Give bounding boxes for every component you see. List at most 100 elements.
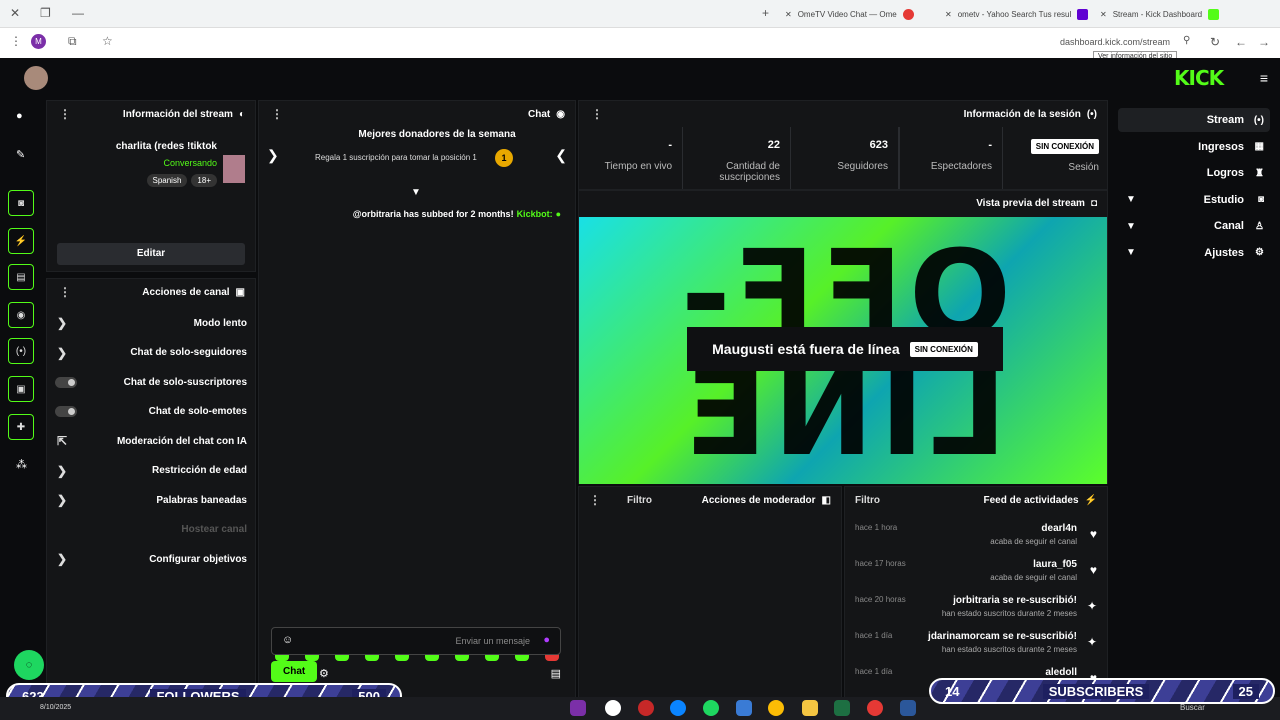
stream-details: charlita (redes !tiktok Conversando Span… bbox=[116, 141, 217, 187]
action-row[interactable]: ❯ Configurar objetivos bbox=[47, 545, 255, 573]
store-icon[interactable]: ▤ bbox=[551, 667, 561, 680]
menu-dots-icon[interactable]: ⋮ bbox=[10, 34, 22, 48]
activity-name[interactable]: jorbitraria se re-suscribió! bbox=[953, 595, 1077, 606]
reload-icon[interactable]: ↻ bbox=[1210, 35, 1220, 49]
chevron-right-icon: ❯ bbox=[57, 463, 68, 478]
user-avatar[interactable] bbox=[24, 66, 48, 90]
restore-window-icon[interactable]: ❐ bbox=[40, 6, 51, 20]
subscribers-label: SUBSCRIBERS bbox=[1042, 683, 1150, 699]
lightning-tool-icon[interactable]: ⚡ bbox=[8, 228, 34, 254]
profile-avatar[interactable]: M bbox=[31, 34, 46, 49]
activity-name[interactable]: jdarinamorcam se re-suscribió! bbox=[928, 631, 1077, 642]
url-field[interactable]: dashboard.kick.com/stream bbox=[1060, 37, 1170, 47]
activity-icon: ⚡ bbox=[1084, 494, 1097, 506]
yahoo-favicon-icon bbox=[1077, 8, 1089, 20]
session-menu-icon[interactable]: ⋮ bbox=[591, 107, 603, 121]
chat-menu-icon[interactable]: ⋮ bbox=[271, 107, 283, 121]
offline-preview-image: OFF-LINE Maugusti está fuera de línea SI… bbox=[579, 217, 1107, 484]
taskbar-search-icon[interactable] bbox=[605, 700, 621, 716]
taskbar-clock[interactable]: 8/10/2025 bbox=[40, 704, 71, 711]
activity-filter[interactable]: Filtro bbox=[855, 495, 880, 506]
external-link-icon: ⇱ bbox=[57, 434, 68, 448]
action-row[interactable]: ❯ Modo lento bbox=[47, 309, 255, 337]
mod-filter[interactable]: Filtro bbox=[627, 495, 652, 506]
action-row[interactable]: ❯ Restricción de edad bbox=[47, 457, 255, 485]
edit-button[interactable]: Editar bbox=[57, 243, 245, 265]
actions-menu-icon[interactable]: ⋮ bbox=[59, 285, 71, 299]
taskbar-spotify-icon[interactable] bbox=[703, 700, 719, 716]
kick-logo[interactable]: KICK bbox=[1174, 66, 1224, 90]
document-tool-icon[interactable]: ▤ bbox=[8, 264, 34, 290]
donors-title: Mejores donadores de la semana bbox=[358, 129, 516, 140]
emoji-icon[interactable]: ☺ bbox=[282, 634, 293, 646]
minimize-window-icon[interactable]: — bbox=[72, 6, 84, 20]
taskbar-opera-icon[interactable] bbox=[867, 700, 883, 716]
new-tab-icon[interactable]: + bbox=[762, 6, 769, 20]
action-row[interactable]: Chat de solo-emotes bbox=[47, 398, 255, 426]
extensions-icon[interactable]: ⧉ bbox=[68, 34, 77, 49]
action-row[interactable]: Chat de solo-suscriptores bbox=[47, 368, 255, 396]
chat-input[interactable]: Enviar un mensaje ● ☺ bbox=[271, 627, 561, 655]
hamburger-menu-icon[interactable]: ≡ bbox=[1260, 70, 1268, 86]
action-row[interactable]: ⇱ Moderación del chat con IA bbox=[47, 427, 255, 455]
help-chat-icon[interactable]: ◌ bbox=[14, 650, 44, 680]
message-user[interactable]: Kickbot: bbox=[517, 209, 553, 219]
toggle-switch[interactable] bbox=[55, 376, 77, 388]
taskbar-folder-icon[interactable] bbox=[802, 700, 818, 716]
chat-tool-icon[interactable]: ◉ bbox=[8, 302, 34, 328]
action-row[interactable]: ❯ Palabras baneadas bbox=[47, 486, 255, 514]
camera-tool-icon[interactable]: ◙ bbox=[8, 190, 34, 216]
back-icon[interactable]: → bbox=[1258, 35, 1270, 49]
activity-type-icon: ♥ bbox=[1089, 527, 1097, 541]
info-menu-icon[interactable]: ⋮ bbox=[59, 107, 71, 121]
nav-item-canal[interactable]: Canal ♙ ▼ bbox=[1118, 214, 1270, 238]
taskbar-excel-icon[interactable] bbox=[834, 700, 850, 716]
broadcast-tool-icon[interactable]: (•) bbox=[8, 338, 34, 364]
activity-name[interactable]: laura_f05 bbox=[1033, 559, 1077, 570]
taskbar-edge-icon[interactable] bbox=[670, 700, 686, 716]
close-tab-icon[interactable]: ✕ bbox=[785, 10, 792, 19]
taskbar-search-field[interactable]: Buscar bbox=[1180, 703, 1205, 712]
tab-ometv[interactable]: ✕ OmeTV Video Chat — Ome bbox=[785, 4, 935, 24]
send-chat-button[interactable]: Chat bbox=[271, 661, 318, 682]
activity-name[interactable]: dearl4n bbox=[1041, 523, 1077, 534]
activity-name[interactable]: aledoll bbox=[1045, 667, 1077, 678]
tab-kick-dashboard[interactable]: ✕ Stream - Kick Dashboard bbox=[1100, 4, 1250, 24]
bookmark-star-icon[interactable]: ☆ bbox=[102, 34, 113, 48]
layout-tool-icon[interactable]: ▣ bbox=[8, 376, 34, 402]
tab-yahoo[interactable]: ✕ ometv - Yahoo Search Tus resul bbox=[945, 4, 1095, 24]
mod-menu-icon[interactable]: ⋮ bbox=[589, 493, 601, 507]
pencil-icon[interactable]: ✎ bbox=[16, 148, 25, 161]
close-window-icon[interactable]: ✕ bbox=[10, 6, 20, 20]
taskbar-word-icon[interactable] bbox=[900, 700, 916, 716]
toggle-switch[interactable] bbox=[55, 406, 77, 417]
site-info-icon[interactable]: ⚲ bbox=[1183, 35, 1190, 46]
taskbar-chrome-icon[interactable] bbox=[768, 700, 784, 716]
activity-type-icon: ♥ bbox=[1089, 563, 1097, 577]
nav-item-ingresos[interactable]: Ingresos ▦ bbox=[1118, 135, 1270, 159]
activity-feed-panel: Filtro Feed de actividades ⚡ dearl4n acab… bbox=[844, 486, 1108, 698]
nav-label: Estudio bbox=[1203, 193, 1244, 206]
mic-icon[interactable]: ● bbox=[543, 634, 550, 646]
wrench-tool-icon[interactable]: ✚ bbox=[8, 414, 34, 440]
nav-item-estudio[interactable]: Estudio ◙ ▼ bbox=[1118, 188, 1270, 212]
donors-prev-icon[interactable]: ❯ bbox=[267, 147, 279, 164]
taskbar-app-icon[interactable] bbox=[570, 700, 586, 716]
info-circle-icon[interactable]: ● bbox=[16, 110, 23, 122]
donors-next-icon[interactable]: ❮ bbox=[555, 147, 567, 164]
taskbar-app-icon[interactable] bbox=[638, 700, 654, 716]
forward-icon[interactable]: ← bbox=[1235, 35, 1247, 49]
activity-type-icon: ✦ bbox=[1086, 635, 1097, 649]
close-tab-icon[interactable]: ✕ bbox=[945, 10, 952, 19]
action-row[interactable]: ❯ Chat de solo-seguidores bbox=[47, 339, 255, 367]
stat-live-time: - Tiempo en vivo bbox=[579, 127, 683, 189]
nav-item-ajustes[interactable]: Ajustes ⚙ ▼ bbox=[1118, 241, 1270, 265]
nav-item-stream[interactable]: Stream (•) bbox=[1118, 108, 1270, 132]
nav-item-logros[interactable]: Logros ♜ bbox=[1118, 161, 1270, 185]
taskbar-app-icon[interactable] bbox=[736, 700, 752, 716]
chat-settings-icon[interactable]: ⚙ bbox=[319, 667, 329, 680]
action-row: Hostear canal bbox=[47, 516, 255, 544]
stream-category[interactable]: Conversando bbox=[116, 158, 217, 168]
shapes-icon[interactable]: ⁂ bbox=[16, 458, 27, 471]
close-tab-icon[interactable]: ✕ bbox=[1100, 10, 1107, 19]
